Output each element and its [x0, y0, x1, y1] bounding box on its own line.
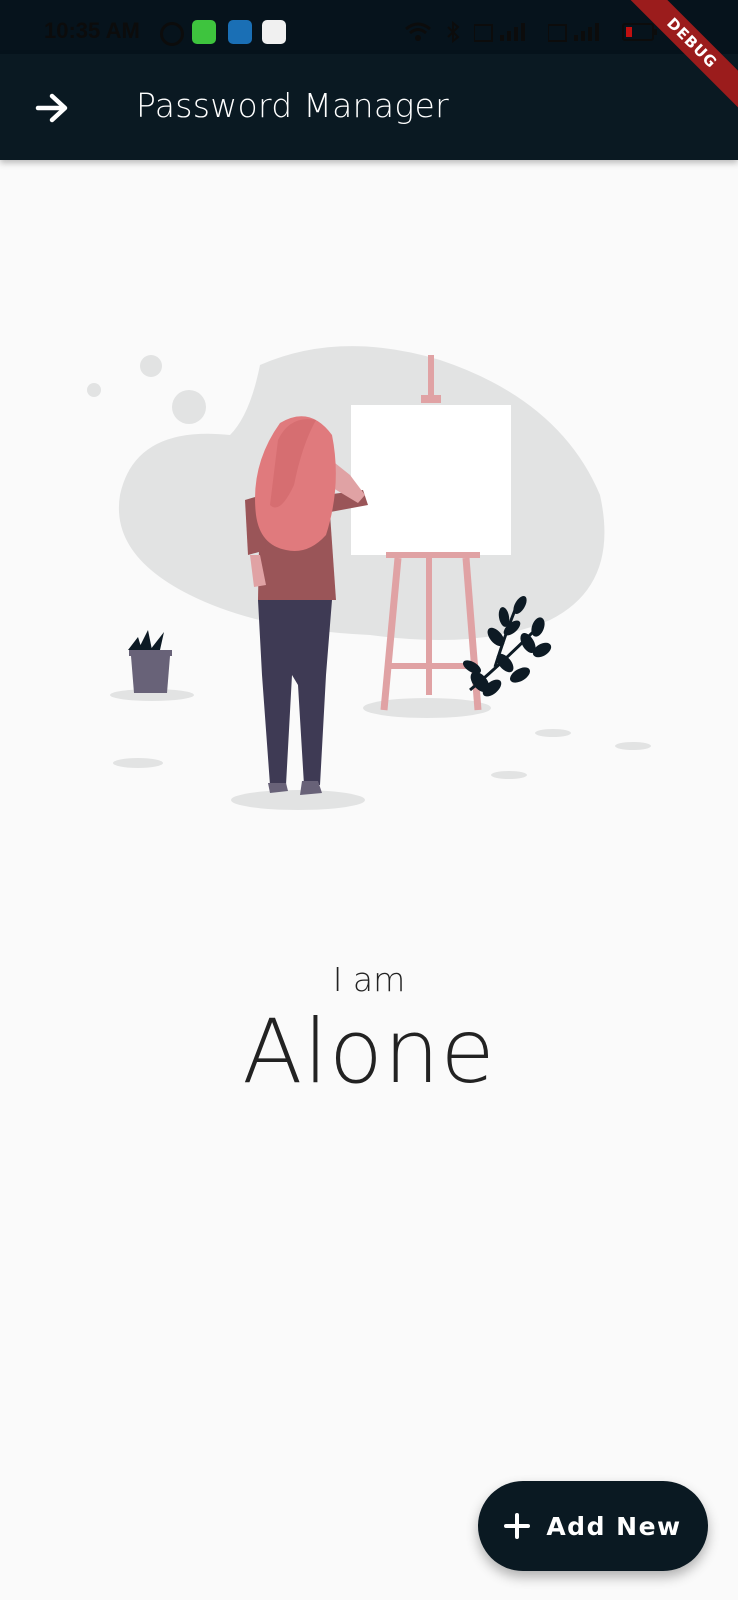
screen-mirror-icon [262, 20, 286, 44]
status-bar: 10:35 AM [0, 0, 738, 54]
shadow-small-1 [113, 758, 163, 768]
empty-state-illustration [87, 346, 651, 810]
status-indicators [404, 18, 658, 46]
easel-ledge [386, 552, 480, 558]
back-button[interactable] [28, 84, 76, 132]
plus-icon [504, 1513, 531, 1539]
shadow-small-2 [535, 729, 571, 737]
app-notification-icon [192, 20, 216, 44]
arrow-forward-icon [35, 93, 68, 123]
decor-circle-small [87, 383, 101, 397]
bluetooth-icon [447, 20, 460, 44]
shadow-small-3 [615, 742, 651, 750]
wifi-icon [405, 22, 431, 41]
app-bar: Password Manager [0, 54, 738, 160]
prime-video-icon [228, 20, 252, 44]
add-new-label: Add New [546, 1511, 682, 1541]
shadow-person [231, 790, 365, 810]
page-title: Password Manager [136, 86, 449, 125]
decor-circle-large [172, 390, 206, 424]
battery-icon [622, 23, 657, 41]
decor-circle-medium [140, 355, 162, 377]
shadow-small-4 [491, 771, 527, 779]
easel-top-clip [421, 395, 441, 403]
status-time: 10:35 AM [44, 18, 140, 43]
easel-top-peg [428, 355, 434, 400]
add-new-button[interactable]: Add New [478, 1481, 708, 1571]
empty-state-title: Alone [242, 1000, 496, 1103]
alarm-icon [160, 22, 184, 46]
potted-plant [128, 630, 172, 693]
canvas [351, 405, 511, 555]
app-screen: 10:35 AM DEBUG Password Manager I am Alo… [0, 0, 738, 1600]
signal-icon-2 [548, 23, 599, 42]
empty-state-subtitle: I am [332, 960, 406, 999]
signal-icon [474, 23, 525, 42]
